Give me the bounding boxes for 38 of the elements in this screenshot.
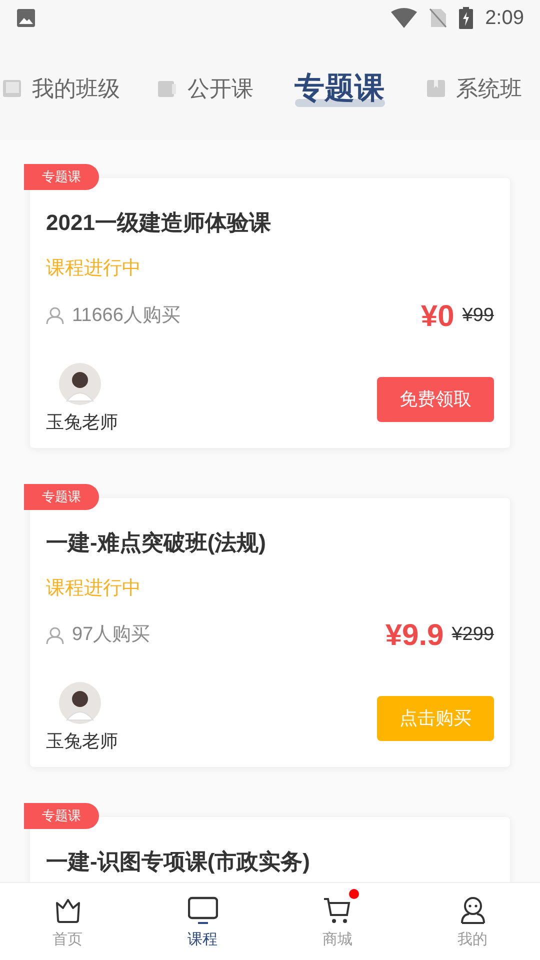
monitor-icon	[188, 895, 218, 926]
course-status: 课程进行中	[46, 576, 142, 600]
course-title: 2021一级建造师体验课	[46, 209, 272, 237]
buyer-count: 97人购买	[72, 623, 150, 648]
no-sim-icon	[429, 8, 448, 28]
cart-icon	[322, 895, 352, 926]
nav-tab[interactable]: 商城	[270, 887, 405, 956]
book-icon	[2, 78, 22, 98]
course-tag: 专题课	[24, 164, 99, 190]
person-icon	[46, 307, 64, 325]
book-icon	[426, 78, 446, 98]
original-price: ¥99	[462, 304, 494, 328]
buyer-count: 11666人购买	[72, 304, 180, 328]
price: ¥0	[420, 298, 454, 334]
battery-charging-icon	[459, 7, 474, 29]
category-tab[interactable]: 专题课	[290, 66, 389, 110]
category-tab[interactable]: 我的班级	[2, 72, 120, 104]
course-tag: 专题课	[24, 484, 99, 510]
avatar-icon	[59, 682, 101, 724]
teacher-name: 玉兔老师	[46, 730, 118, 753]
teacher-name: 玉兔老师	[46, 410, 118, 434]
course-status: 课程进行中	[46, 257, 142, 281]
nav-tab[interactable]: 课程	[135, 887, 270, 956]
original-price: ¥299	[452, 623, 494, 648]
wifi-icon	[391, 8, 418, 28]
course-title: 一建-难点突破班(法规)	[46, 528, 267, 557]
price: ¥9.9	[385, 618, 444, 654]
avatar-icon	[59, 362, 101, 404]
course-tag: 专题课	[24, 803, 99, 829]
category-tab[interactable]: 公开课	[157, 72, 254, 104]
image-icon	[16, 8, 36, 28]
nav-tab[interactable]: 首页	[0, 887, 135, 956]
category-tab[interactable]: 系统班	[426, 72, 522, 104]
course-action-button[interactable]: 免费领取	[377, 376, 494, 422]
course-title: 一建-识图专项课(市政实务)	[46, 848, 311, 876]
clock-time: 2:09	[485, 6, 524, 31]
nav-tab[interactable]: 我的	[405, 887, 540, 956]
person-icon	[46, 626, 64, 644]
